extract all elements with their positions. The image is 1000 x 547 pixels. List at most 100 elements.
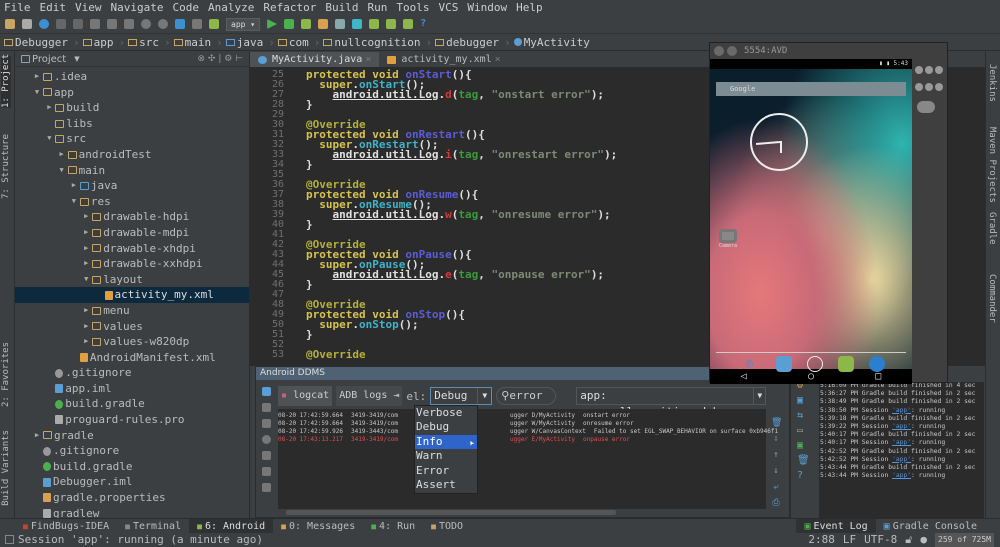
emu-button[interactable] [915,66,923,74]
monitor-icon[interactable] [386,19,397,29]
project-structure-icon[interactable] [335,19,346,29]
wrap-icon[interactable]: ⇆ [797,408,811,423]
collapsed-arrow-icon[interactable]: ▶ [80,241,92,257]
panel-actions[interactable]: ⊗ ✣ | ⚙ ⊢ [198,54,243,64]
tree-item--gitignore[interactable]: .gitignore [15,365,249,381]
find-process-icon[interactable] [261,419,271,428]
breadcrumb-item[interactable]: java › [225,36,275,49]
tree-item-layout[interactable]: ▼ layout [15,272,249,288]
emu-button[interactable] [935,66,943,74]
level-option-info[interactable]: Info ➤ [415,434,478,450]
session-link[interactable]: 'app' [892,439,911,446]
layout-icon[interactable] [261,467,271,476]
print-icon[interactable]: ⎙ [771,495,781,511]
tree-item-menu[interactable]: ▶ menu [15,303,249,319]
open-icon[interactable] [5,19,15,29]
recents-icon[interactable]: □ [875,371,881,382]
menu-build[interactable]: Build [325,0,358,15]
tree-item-values[interactable]: ▶ values [15,319,249,335]
tab-maven-projects[interactable]: Maven Projects [987,127,997,203]
mark-read-icon[interactable]: ▣ [797,438,811,453]
level-option-warn[interactable]: Warn [415,449,477,463]
device-icon[interactable] [261,451,271,460]
make-icon[interactable] [209,19,219,29]
tab-0-messages[interactable]: ■ 0: Messages [273,519,363,534]
menu-analyze[interactable]: Analyze [208,0,254,15]
line-separator[interactable]: LF [843,533,856,547]
sync-icon[interactable] [39,19,49,29]
tab-todo[interactable]: ■ TODO [423,519,471,534]
log-entry[interactable]: 08-20 17:42:59.664 3419-3419/com ugger W/M… [278,420,766,428]
breadcrumb-item[interactable]: nullcognition › [323,36,432,49]
log-entry[interactable]: 08-20 17:43:13.217 3419-3419/com ugger E/M… [278,436,766,444]
collapsed-arrow-icon[interactable]: ▶ [80,256,92,272]
menu-file[interactable]: File [4,0,31,15]
redo-icon[interactable] [73,19,83,29]
collapsed-arrow-icon[interactable]: ▶ [80,209,92,225]
tab-4-run[interactable]: ■ 4: Run [363,519,423,534]
find-icon[interactable] [141,19,151,29]
tree-item-app-iml[interactable]: app.iml [15,381,249,397]
tree-item-build-gradle[interactable]: build.gradle [15,459,249,475]
level-option-debug[interactable]: Debug [415,420,477,434]
expanded-arrow-icon[interactable]: ▼ [56,163,68,179]
tab-terminal[interactable]: ■ Terminal [117,519,189,534]
log-entry[interactable]: 08-20 17:42:59.664 3419-3419/com ugger D/M… [278,412,766,420]
close-icon[interactable]: × [365,52,371,68]
collapsed-arrow-icon[interactable]: ▶ [31,428,43,444]
tree-item-debugger-iml[interactable]: Debugger.iml [15,474,249,490]
tab-6-android[interactable]: ■ 6: Android [189,519,274,534]
tree-item-build-gradle[interactable]: build.gradle [15,396,249,412]
copy-icon[interactable] [107,19,117,29]
session-link[interactable]: 'app' [892,472,911,479]
collapsed-arrow-icon[interactable]: ▶ [31,69,43,85]
toggle-tool-windows-icon[interactable] [5,535,14,544]
breadcrumb-item[interactable]: main › [173,36,223,49]
run-icon[interactable] [267,19,278,29]
home-icon[interactable]: ○ [808,371,814,382]
app-filter-select[interactable]: app: com.nullcognition.debugger▼ [576,387,767,418]
tab-adb-logs[interactable]: ADB logs ⇥ [336,386,403,406]
editor-tab[interactable]: MyActivity.java × [250,52,380,68]
tab-event-log[interactable]: ▣ Event Log [796,519,876,534]
caret-position[interactable]: 2:88 [808,533,835,547]
inspection-icon[interactable]: ● [920,533,927,547]
menu-view[interactable]: View [75,0,102,15]
tab-gradle[interactable]: Gradle [987,212,997,245]
tree-item-drawable-xhdpi[interactable]: ▶ drawable-xhdpi [15,241,249,257]
tree-item-values-w820dp[interactable]: ▶ values-w820dp [15,334,249,350]
back-icon[interactable]: ◁ [741,371,747,382]
expanded-arrow-icon[interactable]: ▼ [43,131,55,147]
menu-window[interactable]: Window [467,0,507,15]
settings-icon[interactable] [318,19,329,29]
save-icon[interactable] [22,19,32,29]
tab-project[interactable]: 1: Project [1,54,11,108]
level-option-verbose[interactable]: Verbose [415,406,477,420]
wrap-icon[interactable]: ⤶ [771,479,781,495]
tree-item-androidtest[interactable]: ▶ androidTest [15,147,249,163]
emu-button[interactable] [935,83,943,91]
debug-process-icon[interactable] [261,483,271,492]
close-icon[interactable] [714,46,724,56]
google-search-bar[interactable]: Google [716,82,906,96]
down-icon[interactable]: ↓ [771,463,781,479]
collapsed-arrow-icon[interactable]: ▶ [80,225,92,241]
horizontal-scrollbar[interactable] [286,510,616,515]
tab-structure[interactable]: 7: Structure [1,134,11,199]
emu-button[interactable] [925,66,933,74]
level-option-assert[interactable]: Assert [415,478,477,492]
log-level-select[interactable]: Debug ▼ [430,387,493,405]
collapsed-arrow-icon[interactable]: ▶ [80,303,92,319]
tab-build-variants[interactable]: Build Variants [1,430,11,506]
back-icon[interactable] [175,19,185,29]
tab-logcat[interactable]: ▪ logcat [278,386,333,406]
sdk-manager-icon[interactable] [369,19,380,29]
menu-tools[interactable]: Tools [396,0,429,15]
tree-item--gitignore[interactable]: .gitignore [15,443,249,459]
tree-item-libs[interactable]: libs [15,116,249,132]
tree-item-gradle-properties[interactable]: gradle.properties [15,490,249,506]
memory-indicator[interactable]: 259 of 725M [935,533,994,547]
dpad[interactable] [917,101,935,113]
clear-log-icon[interactable]: 🗑 [771,415,782,431]
cut-icon[interactable] [90,19,100,29]
